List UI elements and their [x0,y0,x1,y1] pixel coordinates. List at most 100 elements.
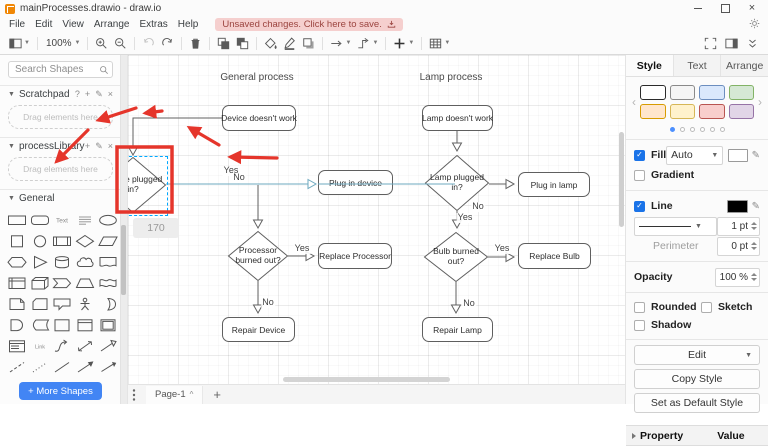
shadow-button[interactable] [299,35,318,52]
to-front-button[interactable] [214,35,233,52]
menu-extras[interactable]: Extras [134,19,172,30]
shape-note[interactable] [6,295,29,314]
style-swatch-2[interactable] [699,85,725,100]
canvas-horizontal-scrollbar[interactable] [283,377,450,382]
toggle-format-panel-button[interactable] [722,35,741,52]
minimize-button[interactable] [692,3,704,14]
style-swatch-1[interactable] [670,85,696,100]
shape-link[interactable]: Link [29,337,52,356]
zoom-level-button[interactable]: 100%▼ [42,36,84,51]
menu-arrange[interactable]: Arrange [89,19,135,30]
shape-tape[interactable] [96,273,119,292]
shape-or[interactable] [96,295,119,314]
rounded-checkbox[interactable] [634,302,645,313]
swatch-page-dot-2[interactable] [690,127,695,132]
shape-circle[interactable] [29,231,52,250]
more-shapes-button[interactable]: + More Shapes [19,382,102,400]
shape-double-rectangle[interactable] [96,316,119,335]
shape-line[interactable] [51,358,74,377]
shape-rectangle[interactable] [6,210,29,229]
node-plug-in-device[interactable]: Plug in device [318,170,393,195]
drawing-area[interactable]: General processLamp processDevice doesn'… [128,55,625,384]
menu-help[interactable]: Help [173,19,204,30]
line-color-button[interactable] [280,35,299,52]
menu-file[interactable]: File [4,19,30,30]
node-device-doesnt-work[interactable]: Device doesn't work [222,105,296,131]
table-button[interactable]: ▼ [426,35,453,52]
shape-curve[interactable] [51,337,74,356]
pages-menu-icon[interactable] [132,389,136,401]
shape-text[interactable]: Text [51,210,74,229]
waypoints-button[interactable]: ▼ [354,35,381,52]
shape-arrow[interactable] [96,337,119,356]
shape-directional-arrow[interactable] [74,358,97,377]
swatch-page-dot-4[interactable] [710,127,715,132]
node-bulb-burned-out[interactable]: Bulb burned out? [424,232,488,282]
shape-and[interactable] [6,316,29,335]
node-lane-title-lamp[interactable]: Lamp process [401,70,501,84]
shape-step[interactable] [51,273,74,292]
to-back-button[interactable] [233,35,252,52]
shapes-panel-scrollbar[interactable] [120,55,127,404]
shape-process[interactable] [51,231,74,250]
view-panel-button[interactable]: ▼ [6,35,33,52]
menu-view[interactable]: View [57,19,89,30]
line-checkbox[interactable] [634,201,645,212]
fill-color-swatch[interactable] [728,149,747,162]
scratchpad-section-header[interactable]: ▼ Scratchpad ? + ✎ × [0,86,121,103]
shape-actor[interactable] [74,295,97,314]
zoom-out-button[interactable] [111,35,130,52]
theme-toggle-icon[interactable] [749,18,760,32]
shape-cylinder[interactable] [51,252,74,271]
set-default-style-button[interactable]: Set as Default Style [634,393,760,413]
shape-diamond[interactable] [74,231,97,250]
opacity-stepper[interactable]: 100 % [715,268,760,287]
tab-arrange[interactable]: Arrange [721,55,768,76]
node-repair-device[interactable]: Repair Device [222,317,295,342]
fill-checkbox[interactable] [634,150,645,161]
collapse-toolbar-button[interactable] [743,35,762,52]
shape-trapezoid[interactable] [74,273,97,292]
style-swatch-7[interactable] [729,104,755,119]
shape-square[interactable] [6,231,29,250]
insert-button[interactable]: ▼ [390,35,417,52]
fill-mode-select[interactable]: Auto ▼ [666,146,723,165]
scratchpad-drop-area[interactable]: Drag elements here [8,105,113,129]
shape-rounded-rectangle[interactable] [29,210,52,229]
node-lamp-doesnt-work[interactable]: Lamp doesn't work [422,105,493,131]
swatch-page-dot-0[interactable] [670,127,675,132]
style-swatch-3[interactable] [729,85,755,100]
diagram-edges[interactable] [128,55,625,384]
add-page-button[interactable]: + [213,389,221,401]
scratchpad-help-icon[interactable]: ? [75,89,80,100]
line-width-stepper[interactable]: 1 pt [717,217,760,236]
close-button[interactable]: × [746,3,758,14]
process-library-close-icon[interactable]: × [108,141,113,152]
style-swatch-4[interactable] [640,104,666,119]
shape-ellipse[interactable] [96,210,119,229]
shape-internal-storage[interactable] [6,273,29,292]
swatch-page-dot-3[interactable] [700,127,705,132]
shape-vertical-container[interactable] [74,316,97,335]
shape-thin-arrow[interactable] [96,358,119,377]
style-swatch-0[interactable] [640,85,666,100]
shape-hexagon[interactable] [6,252,29,271]
tab-style[interactable]: Style [626,55,674,76]
shape-callout[interactable] [51,295,74,314]
scratchpad-close-icon[interactable]: × [108,89,113,100]
shape-list[interactable] [6,337,29,356]
swatch-page-dot-1[interactable] [680,127,685,132]
delete-button[interactable] [186,35,205,52]
swatch-page-dot-5[interactable] [720,127,725,132]
node-repair-lamp[interactable]: Repair Lamp [422,317,493,342]
sketch-checkbox[interactable] [701,302,712,313]
node-processor-burned-out[interactable]: Processor burned out? [228,231,288,281]
shape-parallelogram[interactable] [96,231,119,250]
fullscreen-button[interactable] [701,35,720,52]
shape-container[interactable] [51,316,74,335]
shape-cube[interactable] [29,273,52,292]
line-style-select[interactable]: ▼ [634,217,717,236]
process-library-edit-icon[interactable]: ✎ [95,141,103,152]
redo-button[interactable] [158,35,177,52]
shape-bidirectional-arrow[interactable] [74,337,97,356]
